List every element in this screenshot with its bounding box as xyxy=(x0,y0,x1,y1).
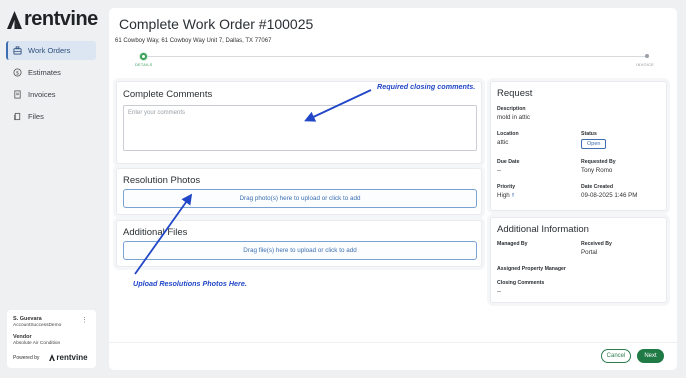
file-dropzone[interactable]: Drag file(s) here to upload or click to … xyxy=(123,241,477,260)
user-company: Absolute Air Condition xyxy=(13,341,61,346)
footer-bar: Cancel Next xyxy=(109,342,677,370)
photos-title: Resolution Photos xyxy=(123,175,201,186)
rentvine-logo[interactable]: rentvine xyxy=(7,8,98,31)
received-by-label: Received By xyxy=(581,241,612,247)
page-title: Complete Work Order #100025 xyxy=(119,16,314,32)
stepper-line xyxy=(143,56,645,57)
additional-files-card: Additional Files Drag file(s) here to up… xyxy=(116,220,482,267)
priority-field: Priority High ‼ xyxy=(497,184,515,199)
description-value: mold in attic xyxy=(497,114,531,121)
powered-by-brand: rentvine xyxy=(56,353,88,362)
location-label: Location xyxy=(497,131,519,137)
status-field: Status Open xyxy=(581,131,607,149)
main-panel: Complete Work Order #100025 61 Cowboy Wa… xyxy=(109,8,677,370)
description-label: Description xyxy=(497,106,526,112)
priority-value: High xyxy=(497,192,510,199)
user-account: AccountSuccessDemo xyxy=(13,323,62,328)
sidebar-item-label: Invoices xyxy=(28,90,56,99)
files-title: Additional Files xyxy=(123,227,188,238)
progress-stepper: DETAILS INVOICE xyxy=(135,52,654,74)
sidebar-item-files[interactable]: Files xyxy=(6,107,96,126)
sidebar-nav: Work Orders $ Estimates Invoices Files xyxy=(6,41,96,128)
sidebar: rentvine Work Orders $ Estimates Invoice… xyxy=(0,0,104,378)
receipt-icon xyxy=(13,90,22,99)
annotation-comments: Required closing comments. xyxy=(377,82,476,91)
date-created-label: Date Created xyxy=(581,184,614,190)
step-label-details: DETAILS xyxy=(135,63,153,67)
closing-comments-value: -- xyxy=(497,288,502,295)
rentvine-mark-icon xyxy=(7,10,22,29)
requested-by-value: Tony Romo xyxy=(581,167,613,174)
user-name: S. Guevara xyxy=(13,316,42,322)
managed-by-label: Managed By xyxy=(497,241,528,247)
step-pending-icon[interactable] xyxy=(645,54,649,58)
user-card[interactable]: S. Guevara AccountSuccessDemo ⋮ Vendor A… xyxy=(7,310,96,368)
request-card: Request Description mold in attic Locati… xyxy=(490,81,667,211)
date-created-value: 09-08-2025 1:46 PM xyxy=(581,192,638,199)
step-done-icon[interactable] xyxy=(139,52,148,61)
sidebar-item-estimates[interactable]: $ Estimates xyxy=(6,63,96,82)
status-label: Status xyxy=(581,131,597,137)
description-field: Description mold in attic xyxy=(497,106,530,121)
priority-label: Priority xyxy=(497,184,516,190)
powered-by: Powered by rentvine xyxy=(13,353,88,362)
due-date-value: -- xyxy=(497,167,502,174)
step-label-invoice: INVOICE xyxy=(636,63,654,67)
priority-high-icon: ‼ xyxy=(511,193,515,199)
due-date-label: Due Date xyxy=(497,159,520,165)
request-title: Request xyxy=(497,88,533,99)
property-address: 61 Cowboy Way, 61 Cowboy Way Unit 7, Dal… xyxy=(115,38,272,44)
managed-by-field: Managed By xyxy=(497,241,528,247)
sidebar-item-invoices[interactable]: Invoices xyxy=(6,85,96,104)
comments-input[interactable] xyxy=(123,105,477,151)
date-created-field: Date Created 09-08-2025 1:46 PM xyxy=(581,184,637,199)
sidebar-item-label: Work Orders xyxy=(28,46,71,55)
closing-comments-label: Closing Comments xyxy=(497,280,545,286)
due-date-field: Due Date -- xyxy=(497,159,520,174)
more-vertical-icon[interactable]: ⋮ xyxy=(81,316,88,324)
requested-by-label: Requested By xyxy=(581,159,616,165)
assigned-manager-label: Assigned Property Manager xyxy=(497,266,566,272)
additional-info-card: Additional Information Managed By Receiv… xyxy=(490,217,667,303)
cancel-button[interactable]: Cancel xyxy=(601,349,631,363)
powered-by-text: Powered by xyxy=(13,354,40,361)
powered-by-logo: rentvine xyxy=(49,353,88,362)
assigned-manager-field: Assigned Property Manager xyxy=(497,266,566,272)
file-stack-icon xyxy=(13,112,22,121)
location-field: Location attic xyxy=(497,131,519,146)
additional-info-title: Additional Information xyxy=(497,224,589,235)
photo-dropzone[interactable]: Drag photo(s) here to upload or click to… xyxy=(123,189,477,208)
status-badge: Open xyxy=(581,139,607,149)
received-by-field: Received By Portal xyxy=(581,241,612,256)
resolution-photos-card: Resolution Photos Drag photo(s) here to … xyxy=(116,168,482,215)
sidebar-item-work-orders[interactable]: Work Orders xyxy=(6,41,96,60)
rentvine-mark-icon xyxy=(49,354,56,361)
received-by-value: Portal xyxy=(581,249,598,256)
svg-text:$: $ xyxy=(16,70,19,76)
next-button[interactable]: Next xyxy=(637,349,664,363)
location-value: attic xyxy=(497,139,509,146)
annotation-photos: Upload Resolutions Photos Here. xyxy=(133,279,247,288)
user-role: Vendor xyxy=(13,334,32,340)
sidebar-item-label: Estimates xyxy=(28,68,61,77)
sidebar-item-label: Files xyxy=(28,112,44,121)
logo-text: rentvine xyxy=(24,8,98,30)
requested-by-field: Requested By Tony Romo xyxy=(581,159,616,174)
comments-card: Complete Comments xyxy=(116,81,482,164)
closing-comments-field: Closing Comments -- xyxy=(497,280,544,295)
dollar-circle-icon: $ xyxy=(13,68,22,77)
toolbox-icon xyxy=(13,46,22,55)
